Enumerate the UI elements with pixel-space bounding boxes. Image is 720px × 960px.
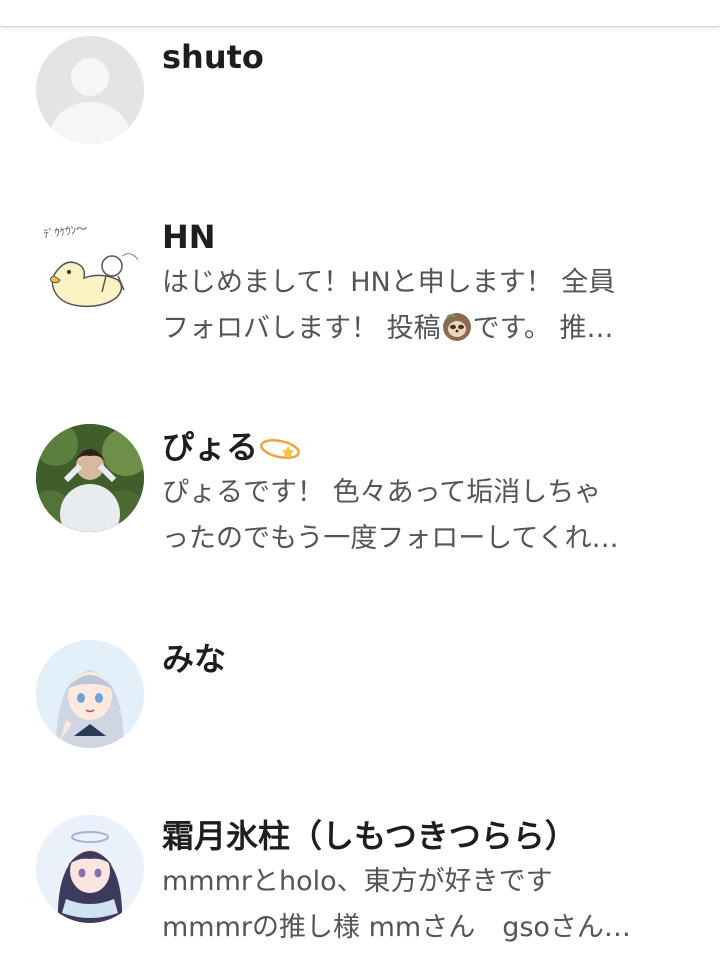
- user-row-mina[interactable]: みな: [0, 610, 720, 795]
- user-name: shuto: [162, 38, 264, 76]
- bio-line: はじめまして！HNと申します！ 全員: [162, 267, 616, 298]
- bio-line: フォロバします！ 投稿 です。 推…: [162, 306, 702, 352]
- default-avatar[interactable]: [36, 36, 144, 144]
- user-name: みな: [162, 640, 227, 678]
- bio-line: mmmrの推し様 mmさん gsoさん…: [162, 912, 631, 943]
- user-list: shuto ﾃﾞｳｹｳﾝ〜 HN はじめまして！HNと申します！ 全員 フォロバ…: [0, 0, 720, 960]
- forest-portrait-image: [36, 424, 144, 532]
- user-row-pyoru[interactable]: ぴょる ぴょるです！ 色々あって垢消しちゃ ったのでもう一度フォローしてくれ…: [0, 390, 720, 610]
- user-row-shimotsuki[interactable]: 霜月氷柱（しもつきつらら） mmmrとholo、東方が好きです mmmrの推し様…: [0, 795, 720, 960]
- anime-girl-silver-hair-image: [36, 640, 144, 748]
- user-row-hn[interactable]: ﾃﾞｳｹｳﾝ〜 HN はじめまして！HNと申します！ 全員 フォロバします！ 投…: [0, 190, 720, 390]
- bio-line: mmmrとholo、東方が好きです: [162, 866, 553, 897]
- user-name-wrap: ぴょる: [162, 428, 302, 466]
- bio-text: フォロバします！ 投稿: [162, 313, 441, 344]
- user-row-shuto[interactable]: shuto: [0, 0, 720, 190]
- bio-line: ぴょるです！ 色々あって垢消しちゃ: [162, 477, 602, 508]
- user-bio: ぴょるです！ 色々あって垢消しちゃ ったのでもう一度フォローしてくれ…: [162, 470, 702, 562]
- anime-girl-dark-hair-image: [36, 815, 144, 923]
- bio-text: です。 推…: [472, 313, 614, 344]
- user-bio: mmmrとholo、東方が好きです mmmrの推し様 mmさん gsoさん…: [162, 859, 702, 951]
- anime-avatar[interactable]: [36, 815, 144, 923]
- sloth-emoji-icon: [442, 313, 471, 341]
- anime-avatar[interactable]: [36, 640, 144, 748]
- user-bio: はじめまして！HNと申します！ 全員 フォロバします！ 投稿 です。 推…: [162, 260, 702, 352]
- top-app-bar: [0, 0, 720, 27]
- user-name: ぴょる: [162, 428, 259, 466]
- dizzy-star-emoji-icon: [260, 438, 300, 460]
- user-name: 霜月氷柱（しもつきつらら）: [162, 817, 577, 855]
- bio-line: ったのでもう一度フォローしてくれ…: [162, 523, 619, 554]
- photo-avatar[interactable]: [36, 424, 144, 532]
- duck-doodle-avatar[interactable]: ﾃﾞｳｹｳﾝ〜: [36, 210, 144, 318]
- default-person-icon: [36, 36, 144, 144]
- user-name: HN: [162, 218, 216, 256]
- duck-doodle-image: ﾃﾞｳｹｳﾝ〜: [36, 210, 144, 318]
